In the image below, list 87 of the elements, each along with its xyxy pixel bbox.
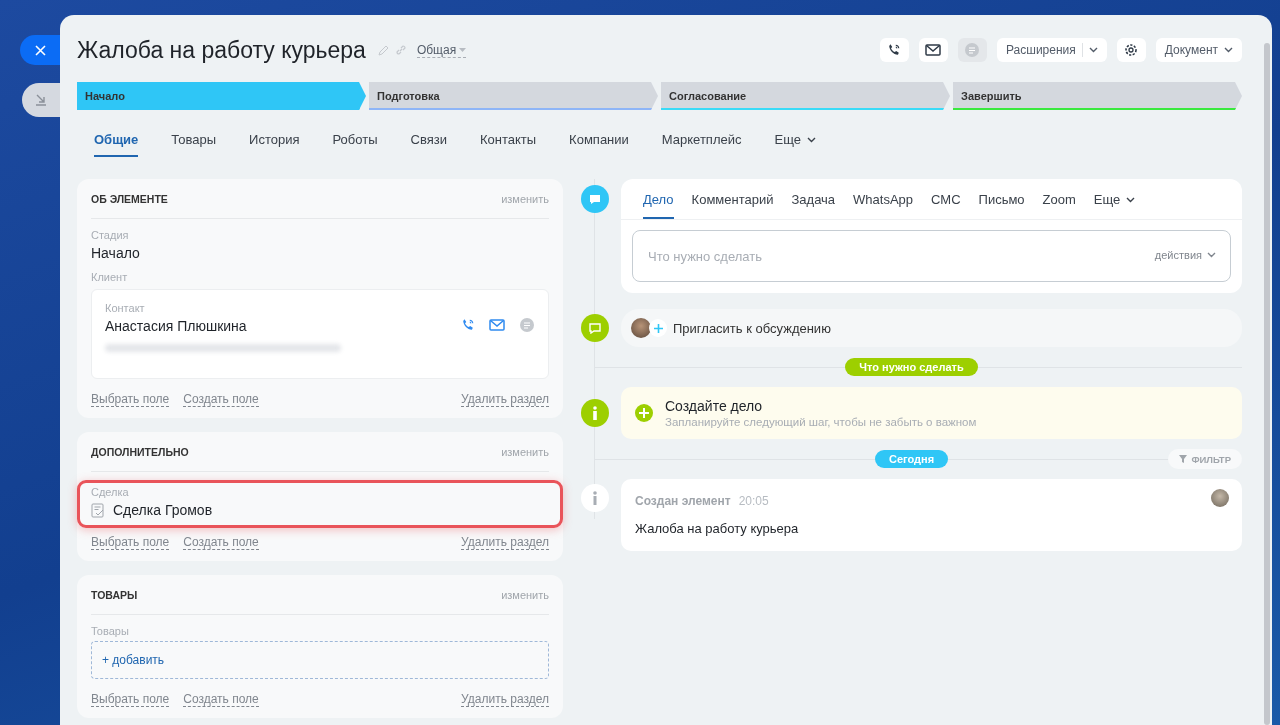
event-time: 20:05 [738,494,769,508]
actions-dropdown[interactable]: действия [1154,249,1216,261]
field-label: Стадия [91,229,130,241]
section-title: ДОПОЛНИТЕЛЬНО [91,445,189,458]
minimize-button[interactable] [22,83,60,117]
document-button[interactable]: Документ [1155,38,1242,62]
activity-tab[interactable]: Zoom [1042,179,1076,219]
more-tab[interactable]: Еще [1093,179,1136,219]
avatar [631,318,651,338]
event-text: Жалоба на работу курьера [635,521,800,536]
contact-name[interactable]: Анастасия Плюшкина [105,318,461,334]
chat-icon [519,317,535,333]
tab[interactable]: Связи [410,124,447,157]
field-label: Сделка [91,486,130,498]
call-button[interactable] [879,38,909,62]
info-icon [581,399,609,427]
field-action-link[interactable]: Создать поле [183,693,259,707]
activity-tab[interactable]: СМС [931,179,961,219]
todo-badge: Что нужно сделать [845,358,978,376]
envelope-icon [489,319,505,331]
field-label: Клиент [91,271,129,283]
tab[interactable]: Общие [94,124,139,157]
stage-step[interactable]: Согласование [661,82,950,110]
info-icon [581,484,609,512]
tab[interactable]: Компании [569,124,629,157]
activity-tab[interactable]: Комментарий [691,179,774,219]
field-action-link[interactable]: Выбрать поле [91,693,170,707]
event-title: Создан элемент [635,494,731,508]
chevron-down-icon [1207,252,1216,258]
email-button[interactable] [918,38,948,62]
scrollbar[interactable] [1264,43,1270,725]
category-dropdown[interactable]: Общая [416,42,467,58]
settings-button[interactable] [1116,38,1146,62]
deal-link[interactable]: Сделка Громов [113,502,213,518]
field-action-link[interactable]: Выбрать поле [91,536,170,550]
page-title: Жалоба на работу курьера [77,36,366,64]
create-task-hint: Запланируйте следующий шаг, чтобы не забыть о важном [665,416,977,428]
chevron-down-icon [1126,196,1136,203]
chevron-down-icon [1088,47,1098,53]
delete-section-link[interactable]: Удалить раздел [461,536,549,550]
phone-icon [887,43,902,57]
funnel-icon [1179,455,1188,463]
delete-section-link[interactable]: Удалить раздел [461,393,549,407]
activity-tab[interactable]: Дело [643,179,674,219]
create-task-card[interactable]: Создайте дело Запланируйте следующий шаг, чтобы не забыть о важном [621,387,1242,439]
activity-tab[interactable]: WhatsApp [853,179,914,219]
section-title: ОБ ЭЛЕМЕНТЕ [91,192,168,205]
document-check-icon [91,502,105,518]
tab[interactable]: Контакты [479,124,537,157]
comment-icon [581,314,609,342]
create-task-title: Создайте дело [665,398,764,414]
close-icon [34,44,46,56]
chevron-down-icon [1224,47,1233,53]
tab[interactable]: Товары [171,124,217,157]
chat-icon [964,42,981,58]
extensions-button[interactable]: Расширения [996,38,1107,62]
field-action-link[interactable]: Выбрать поле [91,393,170,407]
avatar [1211,489,1229,507]
tab[interactable]: История [249,124,300,157]
delete-section-link[interactable]: Удалить раздел [461,693,549,707]
activity-tab[interactable]: Письмо [978,179,1025,219]
today-badge: Сегодня [874,450,949,468]
invite-button[interactable]: Пригласить к обсуждению [621,309,1242,347]
chevron-down-icon [806,136,816,143]
add-product-button[interactable]: + добавить [91,641,549,679]
caret-icon [459,47,467,52]
phone-icon [461,318,475,332]
stage-value: Начало [91,245,141,261]
field-label: Товары [91,625,130,637]
settings-icon [1124,43,1139,57]
close-button[interactable] [20,35,60,65]
envelope-icon [925,44,942,56]
activity-tab[interactable]: Задача [791,179,836,219]
tab[interactable]: Маркетплейс [661,124,742,157]
more-tab[interactable]: Еще [774,124,816,157]
tab[interactable]: Роботы [332,124,378,157]
field-action-link[interactable]: Создать поле [183,393,259,407]
section-title: ТОВАРЫ [91,588,138,601]
stage-step[interactable]: Завершить [953,82,1242,110]
chat-bubble-icon [581,185,609,213]
plus-circle-icon [635,404,653,422]
field-label: Контакт [105,302,146,314]
stage-step[interactable]: Подготовка [369,82,658,110]
plus-icon [649,319,667,337]
stage-step[interactable]: Начало [77,82,366,110]
arrow-down-right-icon [35,94,47,106]
field-action-link[interactable]: Создать поле [183,536,259,550]
